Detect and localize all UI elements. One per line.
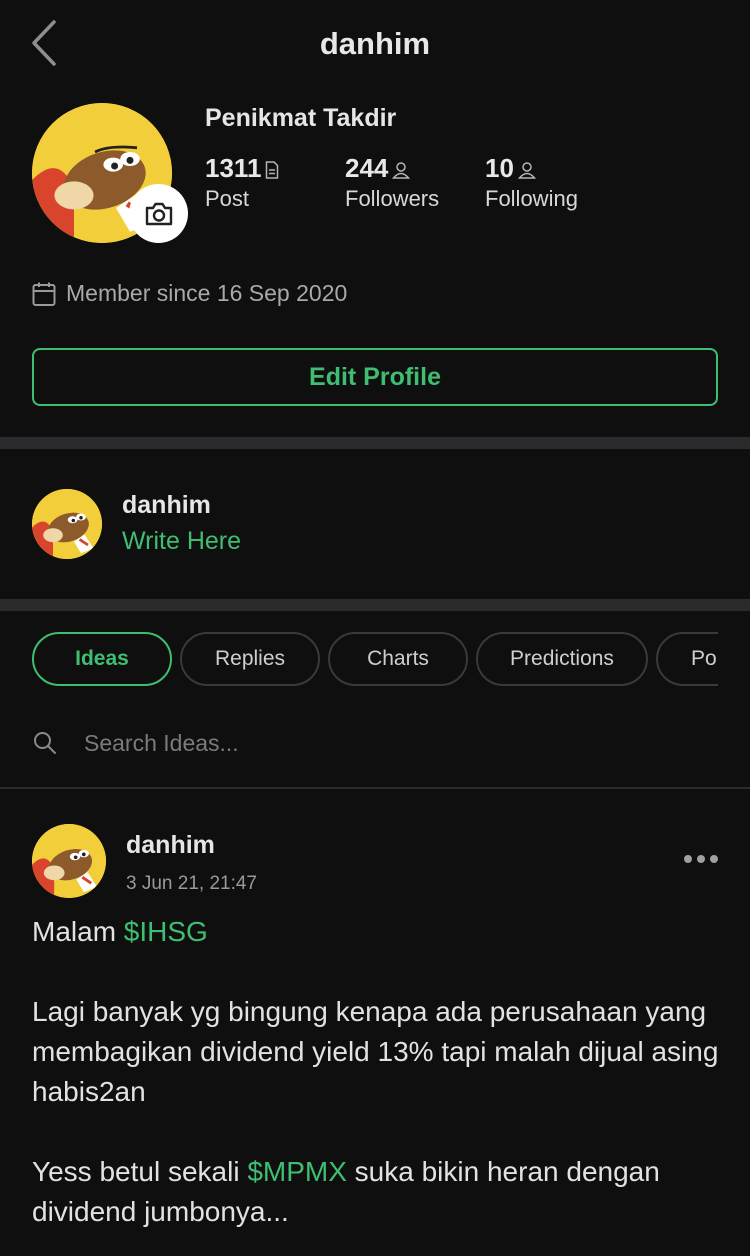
tab-predictions[interactable]: Predictions	[476, 632, 648, 686]
camera-icon	[145, 202, 172, 225]
cashtag-link[interactable]: $MPMX	[247, 1156, 347, 1187]
stat-followers-label: Followers	[345, 186, 440, 211]
search-placeholder: Search Ideas...	[84, 729, 239, 756]
person-icon	[517, 161, 537, 184]
edit-profile-button[interactable]: Edit Profile	[32, 348, 718, 406]
stat-followers-value: 244	[345, 153, 389, 183]
tab-ideas[interactable]: Ideas	[32, 632, 172, 686]
search-ideas-input[interactable]: Search Ideas...	[32, 720, 239, 766]
section-divider	[0, 437, 750, 449]
stat-following-label: Following	[485, 186, 578, 211]
stat-followers[interactable]: 244 Followers	[345, 153, 439, 212]
post-text: Malam	[32, 916, 124, 947]
calendar-icon	[32, 282, 56, 306]
page-title: danhim	[319, 26, 431, 61]
member-since: Member since 16 Sep 2020	[32, 280, 347, 307]
post-timestamp: 3 Jun 21, 21:47	[126, 873, 257, 894]
content-tabs: Ideas Replies Charts Predictions Po	[32, 632, 718, 686]
more-dots-icon	[684, 855, 718, 863]
tab-po[interactable]: Po	[656, 632, 718, 686]
section-divider	[0, 787, 750, 789]
top-bar: danhim	[0, 0, 750, 90]
compose-username: danhim	[122, 491, 211, 519]
post-text: Yess betul sekali	[32, 1156, 248, 1187]
member-since-text: Member since 16 Sep 2020	[66, 280, 348, 306]
tab-charts[interactable]: Charts	[328, 632, 468, 686]
compose-avatar	[32, 489, 102, 559]
stat-following-value: 10	[485, 153, 514, 183]
cashtag-link[interactable]: $IHSG	[124, 916, 208, 947]
tab-replies[interactable]: Replies	[180, 632, 320, 686]
write-here-input[interactable]: Write Here	[122, 527, 241, 556]
post-author-avatar[interactable]	[32, 824, 106, 898]
stat-posts[interactable]: 1311 Post	[205, 153, 279, 212]
post-line: Malam $IHSG	[32, 912, 722, 952]
post-more-button[interactable]	[683, 852, 719, 866]
stat-following[interactable]: 10 Following	[485, 153, 578, 212]
change-photo-button[interactable]	[129, 184, 188, 243]
stat-posts-value: 1311	[205, 153, 262, 183]
post-author-name[interactable]: danhim	[126, 831, 215, 860]
document-icon	[265, 161, 279, 184]
section-divider	[0, 599, 750, 611]
person-icon	[392, 161, 411, 184]
post-line: Yess betul sekali $MPMX suka bikin heran…	[32, 1152, 722, 1232]
post-paragraph: Lagi banyak yg bingung kenapa ada perusa…	[32, 996, 719, 1107]
post-body: Malam $IHSG Lagi banyak yg bingung kenap…	[32, 912, 722, 1232]
stat-posts-label: Post	[205, 186, 250, 211]
display-name: Penikmat Takdir	[205, 104, 397, 132]
search-icon	[34, 732, 56, 754]
